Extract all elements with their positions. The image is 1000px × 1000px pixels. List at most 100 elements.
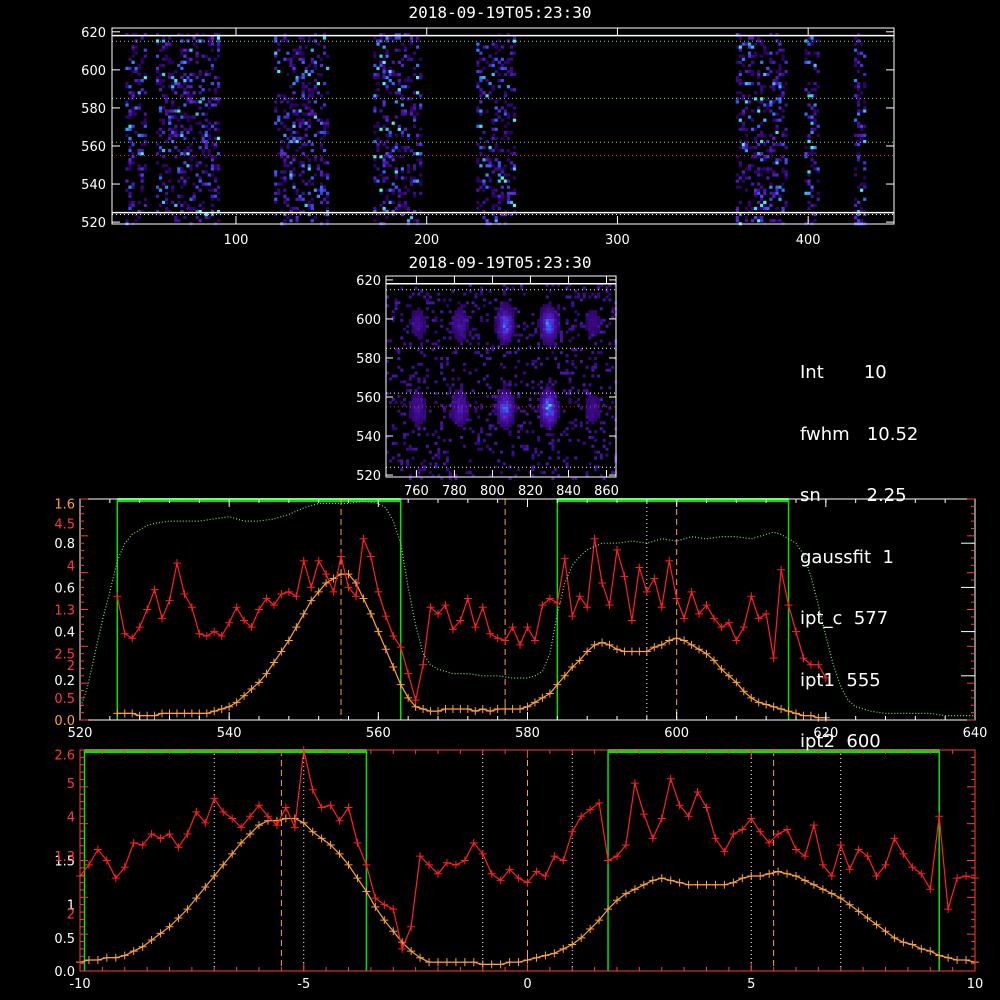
heatmap-cell <box>810 121 814 125</box>
heatmap-cell <box>520 409 523 413</box>
heatmap-cell <box>125 188 129 192</box>
heatmap-cell <box>316 118 320 122</box>
heatmap-cell <box>419 57 423 61</box>
heatmap-cell <box>434 357 438 360</box>
heatmap-cell <box>769 109 773 113</box>
heatmap-cell <box>548 318 552 322</box>
heatmap-cell <box>511 418 515 422</box>
heatmap-cell <box>409 216 414 220</box>
heatmap-cell <box>500 415 503 419</box>
heatmap-cell <box>165 57 169 61</box>
heatmap-cell <box>400 109 404 113</box>
heatmap-cell <box>289 173 293 177</box>
info-sn: sn 2.25 <box>800 485 907 506</box>
heatmap-cell <box>204 112 208 116</box>
heatmap-cell <box>488 176 492 180</box>
heatmap-cell <box>400 57 404 61</box>
heatmap-cell <box>292 63 296 67</box>
heatmap-cell <box>778 219 782 223</box>
heatmap-cell <box>775 142 779 147</box>
heatmap-cell <box>295 206 299 211</box>
heatmap-cell <box>594 362 598 366</box>
heatmap-cell <box>134 219 138 223</box>
heatmap-cell <box>397 194 401 198</box>
heatmap-cell <box>562 389 566 393</box>
heatmap-cell <box>551 307 555 311</box>
heatmap-cell <box>488 158 492 162</box>
heatmap-cell <box>416 112 420 116</box>
heatmap-cell <box>781 133 785 137</box>
heatmap-cell <box>292 66 296 70</box>
heatmap-cell <box>443 336 446 340</box>
heatmap-cell <box>283 124 287 128</box>
heatmap-cell <box>778 48 782 52</box>
heatmap-cell <box>423 412 427 416</box>
heatmap-cell <box>559 330 563 334</box>
heatmap-cell <box>289 127 293 131</box>
heatmap-cell <box>502 380 506 384</box>
heatmap-cell <box>457 418 461 422</box>
heatmap-cell <box>545 418 549 422</box>
heatmap-cell <box>863 182 867 186</box>
heatmap-cell <box>131 203 135 207</box>
heatmap-cell <box>195 51 199 55</box>
heatmap-cell <box>571 301 575 305</box>
heatmap-cell <box>408 412 412 416</box>
heatmap-cell <box>143 124 147 128</box>
heatmap-cell <box>319 182 324 186</box>
heatmap-cell <box>497 173 501 177</box>
heatmap-cell <box>502 395 506 398</box>
heatmap-cell <box>391 158 395 162</box>
heatmap-cell <box>440 427 444 431</box>
heatmap-cell <box>548 336 552 340</box>
heatmap-cell <box>457 389 461 393</box>
heatmap-cell <box>304 133 308 137</box>
heatmap-cell <box>295 130 299 134</box>
heatmap-cell <box>162 36 166 40</box>
heatmap-cell <box>400 313 404 317</box>
heatmap-cell <box>445 327 449 331</box>
heatmap-cell <box>454 318 458 322</box>
heatmap-cell <box>502 415 506 419</box>
heatmap-cell <box>775 188 779 192</box>
heatmap-cell <box>171 127 175 131</box>
heatmap-cell <box>406 459 409 463</box>
heatmap-cell <box>497 395 501 398</box>
heatmap-cell <box>326 91 330 95</box>
heatmap-cell <box>403 342 407 346</box>
heatmap-cell <box>397 301 401 305</box>
heatmap-cell <box>554 409 558 413</box>
info-int: Int 10 <box>800 362 887 383</box>
heatmap-cell <box>542 339 546 343</box>
heatmap-cell <box>283 158 287 162</box>
heatmap-cell <box>474 368 478 372</box>
heatmap-cell <box>500 333 503 337</box>
info-gaussfit: gaussfit 1 <box>800 546 894 568</box>
heatmap-cell <box>497 389 501 393</box>
heatmap-cell <box>506 85 510 89</box>
heatmap-cell <box>485 313 489 317</box>
heatmap-cell <box>457 409 461 413</box>
heatmap-cell <box>807 182 811 186</box>
heatmap-cell <box>416 152 420 156</box>
heatmap-cell <box>853 94 858 98</box>
heatmap-cell <box>551 438 555 442</box>
heatmap-cell <box>388 339 392 343</box>
heatmap-cell <box>738 127 742 131</box>
heatmap-cell <box>174 203 178 207</box>
heatmap-cell <box>186 115 190 119</box>
heatmap-cell <box>508 307 512 311</box>
heatmap-cell <box>403 185 407 189</box>
heatmap-cell <box>545 304 549 308</box>
heatmap-cell <box>741 173 745 177</box>
heatmap-cell <box>397 127 401 131</box>
heatmap-cell <box>416 76 420 80</box>
x-tick-label: 580 <box>515 726 540 741</box>
heatmap-cell <box>397 206 401 211</box>
heatmap-cell <box>509 45 514 49</box>
heatmap-cell <box>213 142 218 147</box>
heatmap-cell <box>500 45 504 49</box>
heatmap-cell <box>508 421 512 425</box>
heatmap-cell <box>134 51 138 55</box>
heatmap-cell <box>373 164 377 168</box>
